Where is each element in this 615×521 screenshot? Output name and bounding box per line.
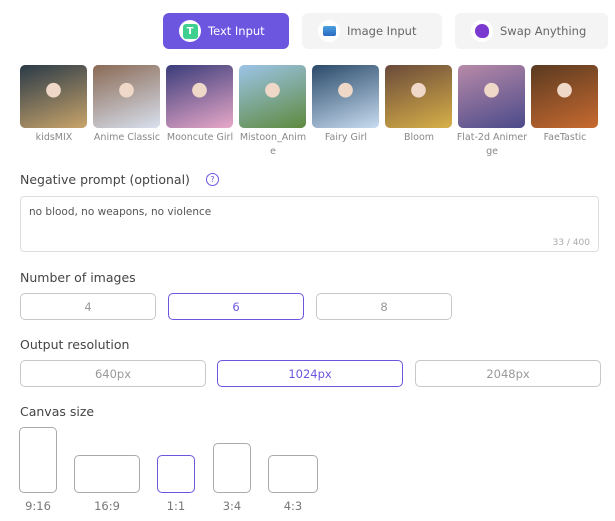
model-label: Mistoon_Anime — [239, 132, 307, 157]
canvas-label: 16:9 — [94, 499, 120, 513]
negative-prompt-value: no blood, no weapons, no violence — [29, 206, 212, 218]
model-label: kidsMIX — [35, 132, 73, 143]
model-label: Flat-2d Animerge — [456, 132, 528, 157]
model-thumbnail[interactable] — [312, 65, 379, 128]
num-images-option-4[interactable]: 4 — [20, 293, 156, 320]
canvas-label: 1:1 — [166, 499, 186, 513]
option-label: 6 — [232, 299, 240, 314]
canvas-size-label: Canvas size — [20, 404, 95, 419]
negative-prompt-textarea[interactable]: no blood, no weapons, no violence 33 / 4… — [20, 196, 599, 252]
model-thumbnail[interactable] — [458, 65, 525, 128]
tab-label: Text Input — [208, 24, 265, 38]
model-thumbnail[interactable] — [166, 65, 233, 128]
model-label: Anime Classic — [93, 132, 161, 143]
option-label: 8 — [380, 299, 388, 314]
negative-prompt-label: Negative prompt (optional) — [20, 172, 190, 187]
number-of-images-label: Number of images — [20, 270, 136, 285]
text-t-icon: T — [179, 20, 201, 42]
canvas-option-4-3[interactable] — [268, 455, 318, 493]
tab-swap-anything[interactable]: Swap Anything — [455, 13, 608, 49]
model-label: FaeTastic — [543, 132, 587, 143]
canvas-option-3-4[interactable] — [213, 443, 251, 493]
num-images-option-8[interactable]: 8 — [316, 293, 452, 320]
canvas-option-16-9[interactable] — [74, 455, 140, 493]
char-counter: 33 / 400 — [552, 238, 590, 248]
canvas-label: 3:4 — [222, 499, 242, 513]
model-thumbnail[interactable] — [385, 65, 452, 128]
option-label: 1024px — [288, 366, 332, 381]
canvas-option-9-16[interactable] — [19, 427, 57, 493]
output-resolution-label: Output resolution — [20, 337, 130, 352]
canvas-label: 9:16 — [25, 499, 51, 513]
canvas-option-1-1[interactable] — [157, 455, 195, 493]
option-label: 640px — [94, 366, 132, 381]
resolution-option-640[interactable]: 640px — [20, 360, 206, 387]
palette-icon — [471, 20, 493, 42]
question-circle-icon[interactable]: ? — [206, 173, 219, 186]
resolution-option-1024[interactable]: 1024px — [217, 360, 403, 387]
image-icon — [318, 20, 340, 42]
tab-label: Image Input — [347, 24, 417, 38]
model-thumbnail[interactable] — [239, 65, 306, 128]
option-label: 2048px — [486, 366, 530, 381]
model-label: Bloom — [403, 132, 435, 143]
option-label: 4 — [84, 299, 92, 314]
tab-text-input[interactable]: T Text Input — [163, 13, 289, 49]
model-thumbnail[interactable] — [93, 65, 160, 128]
tab-image-input[interactable]: Image Input — [302, 13, 442, 49]
model-label: Mooncute Girl — [166, 132, 234, 143]
model-thumbnail[interactable] — [531, 65, 598, 128]
canvas-label: 4:3 — [283, 499, 303, 513]
tab-label: Swap Anything — [500, 24, 587, 38]
model-thumbnail[interactable] — [20, 65, 87, 128]
num-images-option-6[interactable]: 6 — [168, 293, 304, 320]
model-label: Fairy Girl — [324, 132, 368, 143]
resolution-option-2048[interactable]: 2048px — [415, 360, 601, 387]
